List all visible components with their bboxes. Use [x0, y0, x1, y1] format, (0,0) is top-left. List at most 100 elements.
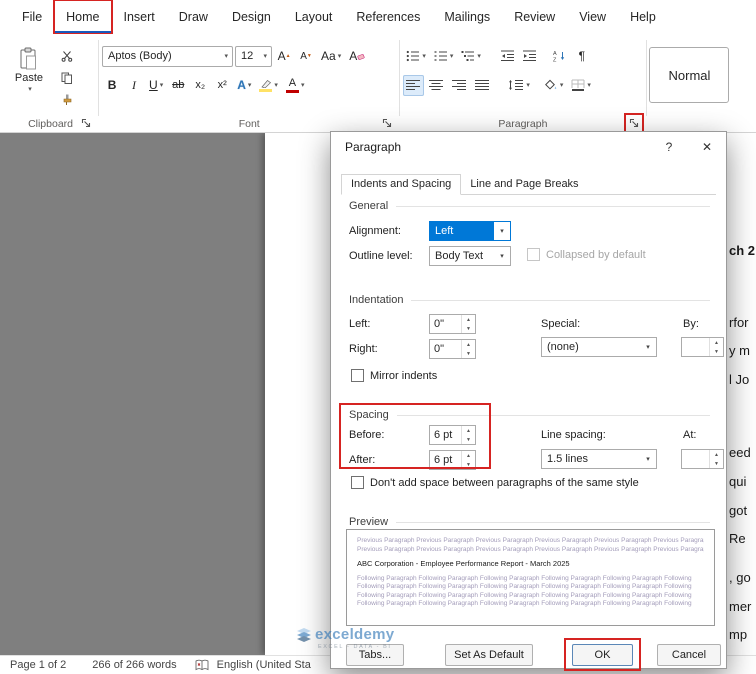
chevron-down-icon[interactable]: ▾ [494, 247, 510, 265]
numbering-button[interactable]: ▾ [431, 46, 457, 67]
tab-layout[interactable]: Layout [283, 0, 345, 34]
text-effects-button[interactable]: A ▾ [234, 75, 254, 96]
clear-formatting-button[interactable]: A [346, 46, 368, 67]
spinner-up-icon[interactable]: ▲ [710, 338, 723, 347]
tab-view[interactable]: View [567, 0, 618, 34]
shrink-font-button[interactable]: A ▼ [296, 46, 316, 67]
document-text-fragment: qui [729, 474, 747, 489]
paste-button[interactable]: Paste ▾ [6, 45, 52, 107]
justify-icon [475, 80, 490, 90]
line-spacing-button[interactable]: ▾ [505, 75, 533, 96]
by-input[interactable]: ▲ ▼ [681, 337, 724, 357]
spinner-down-icon[interactable]: ▼ [710, 347, 723, 356]
change-case-button[interactable]: Aa ▾ [318, 46, 344, 67]
italic-button[interactable]: I [124, 75, 144, 96]
show-hide-marks-button[interactable]: ¶ [572, 46, 592, 67]
font-dialog-launcher[interactable] [380, 116, 394, 130]
set-as-default-button[interactable]: Set As Default [445, 644, 533, 666]
tabs-button[interactable]: Tabs... [346, 644, 404, 666]
font-name-select[interactable]: Aptos (Body) ▾ [102, 45, 234, 67]
tab-line-and-page-breaks[interactable]: Line and Page Breaks [461, 175, 587, 194]
align-center-button[interactable] [426, 75, 447, 96]
highlight-color-button[interactable]: ▾ [256, 75, 281, 96]
ok-button[interactable]: OK [572, 644, 633, 666]
preview-following-text: Following Paragraph Following Paragraph … [357, 600, 692, 607]
at-input[interactable]: ▲ ▼ [681, 449, 724, 469]
clipboard-dialog-launcher[interactable] [79, 116, 93, 130]
chevron-down-icon: ▾ [526, 82, 530, 89]
cut-button[interactable] [56, 47, 78, 65]
multilevel-list-icon [461, 51, 475, 61]
bullets-button[interactable]: ▾ [403, 46, 429, 67]
spinner-up-icon[interactable]: ▲ [710, 450, 723, 459]
tab-insert[interactable]: Insert [112, 0, 167, 34]
word-count[interactable]: 266 of 266 words [92, 659, 176, 671]
tab-design[interactable]: Design [220, 0, 283, 34]
align-center-icon [429, 80, 444, 90]
shading-button[interactable]: ▾ [541, 75, 567, 96]
spinner-down-icon[interactable]: ▼ [462, 435, 475, 444]
underline-button[interactable]: U ▾ [146, 75, 166, 96]
line-spacing-select[interactable]: 1.5 lines ▾ [541, 449, 657, 469]
font-color-button[interactable]: A ▾ [283, 75, 308, 96]
borders-button[interactable]: ▾ [568, 75, 594, 96]
style-normal[interactable]: Normal [649, 47, 730, 103]
increase-indent-button[interactable] [520, 46, 540, 67]
multilevel-list-button[interactable]: ▾ [458, 46, 484, 67]
spacing-before-input[interactable]: 6 pt ▲ ▼ [429, 425, 476, 445]
chevron-down-icon[interactable]: ▾ [640, 338, 656, 356]
tab-review[interactable]: Review [502, 0, 567, 34]
chevron-down-icon: ▾ [263, 53, 268, 60]
justify-button[interactable] [472, 75, 493, 96]
dialog-close-button[interactable]: ✕ [688, 132, 726, 162]
language-indicator[interactable]: English (United Sta [217, 659, 311, 671]
tab-help[interactable]: Help [618, 0, 668, 34]
indent-left-input[interactable]: 0" ▲ ▼ [429, 314, 476, 334]
spinner-up-icon[interactable]: ▲ [462, 315, 475, 324]
spinner-up-icon[interactable]: ▲ [462, 340, 475, 349]
format-painter-button[interactable] [56, 91, 78, 109]
subscript-button[interactable]: x₂ [190, 75, 210, 96]
align-left-button[interactable] [403, 74, 425, 96]
font-size-select[interactable]: 12 ▾ [235, 45, 273, 67]
superscript-button[interactable]: x² [212, 75, 232, 96]
spinner-up-icon[interactable]: ▲ [462, 426, 475, 435]
spacing-after-input[interactable]: 6 pt ▲ ▼ [429, 450, 476, 470]
sort-button[interactable]: AZ [550, 46, 570, 67]
tab-references[interactable]: References [344, 0, 432, 34]
spinner-down-icon[interactable]: ▼ [462, 460, 475, 469]
align-right-button[interactable] [449, 75, 470, 96]
chevron-down-icon[interactable]: ▾ [494, 222, 510, 240]
bold-button[interactable]: B [102, 75, 122, 96]
strikethrough-button[interactable]: ab [168, 75, 188, 96]
grow-font-button[interactable]: A ▲ [274, 46, 294, 67]
page-indicator[interactable]: Page 1 of 2 [10, 659, 66, 671]
tab-file[interactable]: File [10, 0, 54, 34]
tab-indents-and-spacing[interactable]: Indents and Spacing [341, 174, 462, 195]
tab-home[interactable]: Home [53, 0, 113, 35]
spinner-down-icon[interactable]: ▼ [462, 349, 475, 358]
alignment-select[interactable]: Left ▾ [429, 221, 511, 241]
spinner-down-icon[interactable]: ▼ [710, 459, 723, 468]
spinner-down-icon[interactable]: ▼ [462, 324, 475, 333]
paragraph-dialog-launcher[interactable] [623, 113, 644, 133]
copy-button[interactable] [56, 69, 78, 87]
proofing-status[interactable] [195, 659, 209, 671]
mirror-indents-checkbox[interactable]: Mirror indents [351, 369, 437, 382]
spinner-up-icon[interactable]: ▲ [462, 451, 475, 460]
decrease-indent-button[interactable] [498, 46, 518, 67]
indent-right-input[interactable]: 0" ▲ ▼ [429, 339, 476, 359]
dont-add-space-checkbox[interactable]: Don't add space between paragraphs of th… [351, 476, 639, 489]
dialog-title-bar[interactable]: Paragraph ? ✕ [331, 132, 726, 162]
dialog-launcher-icon [383, 118, 392, 128]
spacing-after-label: After: [349, 454, 376, 466]
dialog-help-button[interactable]: ? [650, 132, 688, 162]
chevron-down-icon[interactable]: ▾ [640, 450, 656, 468]
clipboard-group: Paste ▾ Clipboard [6, 34, 95, 132]
outline-level-select[interactable]: Body Text ▾ [429, 246, 511, 266]
tab-draw[interactable]: Draw [167, 0, 220, 34]
tab-mailings[interactable]: Mailings [432, 0, 502, 34]
special-select[interactable]: (none) ▾ [541, 337, 657, 357]
paint-bucket-icon [544, 79, 557, 90]
cancel-button[interactable]: Cancel [657, 644, 721, 666]
